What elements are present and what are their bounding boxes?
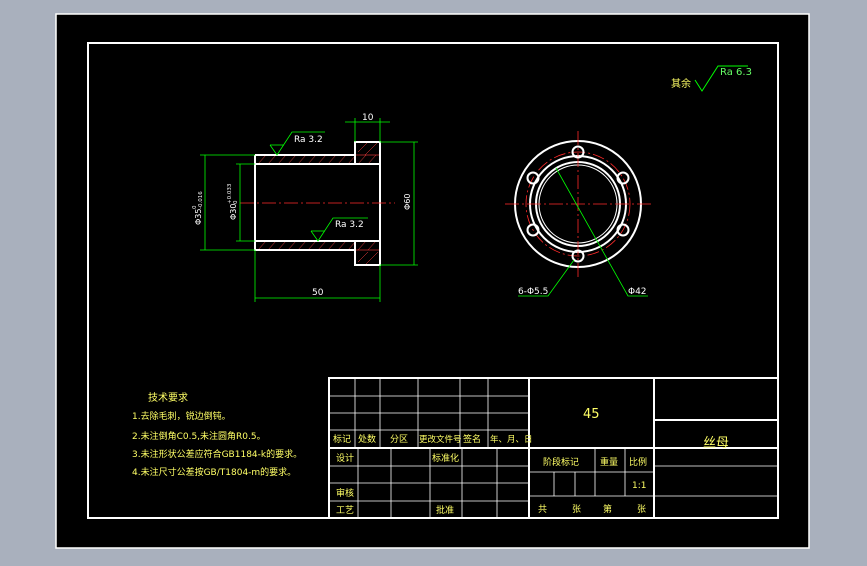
dim-outer-tol-lower: -0.016 <box>198 191 204 209</box>
dim-pitch-circle: Φ42 <box>628 287 647 297</box>
label-review: 审核 <box>336 487 354 499</box>
label-sheets-2: 张 <box>637 504 646 515</box>
dim-holes: 6-Φ5.5 <box>518 287 548 297</box>
dim-flange-width: 10 <box>362 113 374 123</box>
label-standardize: 标准化 <box>432 452 459 464</box>
note-item-3: 3.未注形状公差应符合GB1184-k的要求。 <box>132 448 302 460</box>
label-total: 共 <box>538 504 547 515</box>
dim-flange-dia: Φ60 <box>403 194 412 210</box>
dim-length: 50 <box>312 288 324 298</box>
drawing-canvas: 其余 Ra 6.3 10 50 Φ35 0 -0.016 Φ30 +0.033 … <box>55 13 810 549</box>
dim-outer-dia: Φ35 <box>194 209 203 225</box>
roughness-top: Ra 3.2 <box>294 135 323 145</box>
label-stage-mark: 阶段标记 <box>543 456 579 468</box>
part-name: 丝母 <box>703 436 729 451</box>
label-approve: 批准 <box>436 504 454 516</box>
roughness-rest-value: Ra 6.3 <box>720 67 752 78</box>
label-process: 工艺 <box>336 505 354 516</box>
note-item-2: 2.未注倒角C0.5,未注圆角R0.5。 <box>132 430 266 442</box>
col-header-date: 年、月、日 <box>490 434 533 445</box>
col-header-change-doc: 更改文件号 <box>419 434 462 445</box>
scale-value: 1:1 <box>632 481 646 491</box>
col-header-count: 处数 <box>358 433 376 445</box>
col-header-mark: 标记 <box>333 433 351 445</box>
label-sheet-no: 第 <box>603 503 612 515</box>
roughness-inner: Ra 3.2 <box>335 220 364 230</box>
cad-drawing-window: 其余 Ra 6.3 10 50 Φ35 0 -0.016 Φ30 +0.033 … <box>0 0 867 562</box>
label-weight: 重量 <box>600 456 618 468</box>
roughness-rest-label: 其余 <box>671 77 691 90</box>
label-scale: 比例 <box>629 456 647 468</box>
material: 45 <box>583 407 600 422</box>
dim-inner-dia: Φ30 <box>229 204 238 220</box>
col-header-zone: 分区 <box>390 434 408 445</box>
note-item-1: 1.去除毛刺，锐边倒钝。 <box>132 410 231 422</box>
notes-title: 技术要求 <box>148 391 188 404</box>
label-sheets: 张 <box>572 504 581 515</box>
note-item-4: 4.未注尺寸公差按GB/T1804-m的要求。 <box>132 466 296 478</box>
dim-inner-tol-lower: 0 <box>233 200 239 204</box>
col-header-sign: 签名 <box>463 433 481 445</box>
label-design: 设计 <box>336 452 354 464</box>
